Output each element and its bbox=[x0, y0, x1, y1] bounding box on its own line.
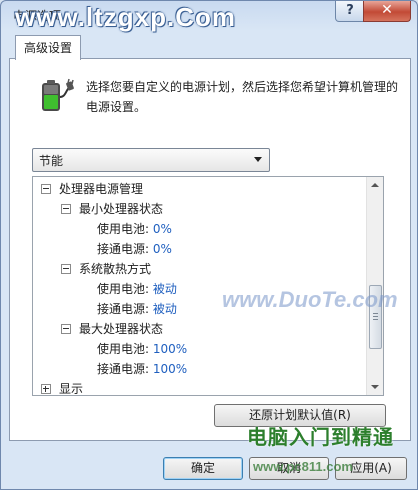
collapse-toggle-min-state[interactable] bbox=[61, 204, 71, 214]
advanced-settings-panel: 选择您要自定义的电源计划，然后选择您希望计算机管理的电源设置。 节能 处理器电源… bbox=[9, 58, 411, 441]
battery-plug-icon bbox=[42, 78, 74, 111]
watermark-bottom-right-sub: www.pc811.com bbox=[253, 459, 353, 474]
tree-item-min-plugged[interactable]: 接通电源: 0% bbox=[97, 239, 172, 259]
min-plugged-label: 接通电源: bbox=[97, 242, 150, 256]
settings-tree[interactable]: 处理器电源管理 最小处理器状态 使用电池: 0% 接通电源: 0% 系统散热方式… bbox=[32, 176, 384, 396]
power-plan-select[interactable]: 节能 bbox=[32, 148, 270, 172]
grip-line bbox=[373, 313, 378, 314]
grip-line bbox=[373, 316, 378, 317]
tree-node-display[interactable]: 显示 bbox=[59, 379, 83, 395]
tree-item-min-battery[interactable]: 使用电池: 0% bbox=[97, 219, 172, 239]
watermark-top: www.ltzgxp.Com bbox=[15, 2, 237, 32]
tree-scrollbar[interactable] bbox=[366, 177, 383, 395]
min-battery-value[interactable]: 0% bbox=[153, 222, 172, 236]
cooling-plugged-value[interactable]: 被动 bbox=[153, 302, 177, 316]
collapse-toggle-cooling[interactable] bbox=[61, 264, 71, 274]
min-battery-label: 使用电池: bbox=[97, 222, 150, 236]
min-plugged-value[interactable]: 0% bbox=[153, 242, 172, 256]
ok-button[interactable]: 确定 bbox=[163, 457, 243, 480]
watermark-bottom-right: 电脑入门到精通 bbox=[247, 425, 394, 449]
max-battery-label: 使用电池: bbox=[97, 342, 150, 356]
max-plugged-label: 接通电源: bbox=[97, 362, 150, 376]
scroll-down-arrow-icon[interactable] bbox=[371, 385, 379, 389]
close-icon: ✕ bbox=[381, 2, 393, 18]
cooling-battery-label: 使用电池: bbox=[97, 282, 150, 296]
description-text: 选择您要自定义的电源计划，然后选择您希望计算机管理的电源设置。 bbox=[86, 80, 399, 114]
tab-advanced-settings[interactable]: 高级设置 bbox=[15, 35, 81, 60]
collapse-toggle-max-state[interactable] bbox=[61, 324, 71, 334]
collapse-toggle-processor[interactable] bbox=[41, 184, 51, 194]
tree-node-max-state[interactable]: 最大处理器状态 bbox=[79, 319, 163, 339]
cooling-battery-value[interactable]: 被动 bbox=[153, 282, 177, 296]
scroll-up-arrow-icon[interactable] bbox=[371, 183, 379, 187]
max-battery-value[interactable]: 100% bbox=[153, 342, 187, 356]
tree-node-processor[interactable]: 处理器电源管理 bbox=[59, 179, 143, 199]
expand-toggle-display[interactable] bbox=[41, 384, 51, 394]
help-button[interactable]: ? bbox=[335, 1, 365, 22]
power-options-window: 电源选项 www.ltzgxp.Com ? ✕ 高级设置 选择您要自定义的电源计… bbox=[0, 0, 418, 490]
tree-item-max-battery[interactable]: 使用电池: 100% bbox=[97, 339, 187, 359]
tree-item-cooling-plugged[interactable]: 接通电源: 被动 bbox=[97, 299, 177, 319]
title-bar[interactable]: 电源选项 www.ltzgxp.Com ? ✕ bbox=[1, 1, 418, 32]
max-plugged-value[interactable]: 100% bbox=[153, 362, 187, 376]
power-plan-select-value: 节能 bbox=[39, 154, 64, 168]
tree-item-max-plugged[interactable]: 接通电源: 100% bbox=[97, 359, 187, 379]
chevron-down-icon bbox=[254, 157, 262, 162]
watermark-middle: www.DuoTe.com bbox=[222, 287, 398, 312]
tree-item-cooling-battery[interactable]: 使用电池: 被动 bbox=[97, 279, 177, 299]
cooling-plugged-label: 接通电源: bbox=[97, 302, 150, 316]
grip-line bbox=[373, 319, 378, 320]
tree-node-cooling[interactable]: 系统散热方式 bbox=[79, 259, 151, 279]
tree-node-min-state[interactable]: 最小处理器状态 bbox=[79, 199, 163, 219]
close-button[interactable]: ✕ bbox=[363, 1, 411, 22]
help-icon: ? bbox=[346, 3, 354, 18]
